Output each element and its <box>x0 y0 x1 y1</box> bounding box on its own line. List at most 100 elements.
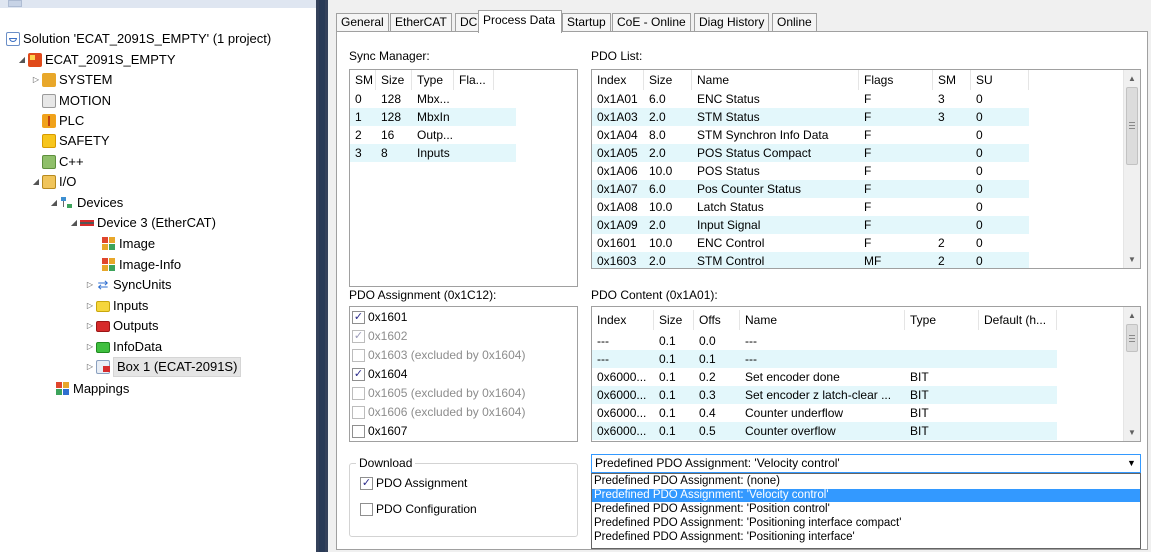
tree-item-infodata[interactable]: ▷ InfoData <box>84 337 162 357</box>
scroll-down-icon[interactable]: ▼ <box>1124 251 1140 268</box>
column-header[interactable]: Size <box>644 70 692 90</box>
tree-item-motion[interactable]: MOTION <box>42 91 111 111</box>
checkbox[interactable] <box>352 387 365 400</box>
tree-item-image[interactable]: Image <box>102 234 155 254</box>
column-header[interactable]: Index <box>592 70 644 90</box>
table-row[interactable]: 0x1601 10.0 ENC Control F 2 0 <box>592 234 1140 252</box>
pdo-assignment-item[interactable]: 0x1605 (excluded by 0x1604) <box>352 384 525 404</box>
tree-item-system[interactable]: ▷ SYSTEM <box>30 70 112 90</box>
tree-item-outputs[interactable]: ▷ Outputs <box>84 316 159 336</box>
tree-item-syncunits[interactable]: ▷ ⇄ SyncUnits <box>84 275 172 295</box>
column-header[interactable]: Default (h... <box>979 310 1057 330</box>
table-row[interactable]: 0x6000... 0.1 0.3 Set encoder z latch-clear… <box>592 386 1140 404</box>
tab-ethercat[interactable]: EtherCAT <box>390 13 452 32</box>
tree-item-devices[interactable]: ◢ Devices <box>48 193 123 213</box>
tree-item-box-1[interactable]: ▷ Box 1 (ECAT-2091S) <box>84 357 242 377</box>
column-header[interactable]: Name <box>740 310 905 330</box>
table-row[interactable]: --- 0.1 0.0 --- <box>592 332 1140 350</box>
tab-coe-online[interactable]: CoE - Online <box>612 13 691 32</box>
table-row[interactable]: 3 8 Inputs <box>350 144 577 162</box>
tree-item-mappings[interactable]: Mappings <box>56 379 129 399</box>
expand-arrow-icon[interactable]: ▷ <box>84 296 96 316</box>
tree-item-plc[interactable]: PLC <box>42 111 84 131</box>
tree-item-safety[interactable]: SAFETY <box>42 131 110 151</box>
predefined-pdo-assignment-select[interactable]: Predefined PDO Assignment: 'Velocity con… <box>591 454 1141 473</box>
table-row[interactable]: 0x1A05 2.0 POS Status Compact F 0 <box>592 144 1140 162</box>
pdo-assignment-item[interactable]: 0x1607 <box>352 422 407 441</box>
expand-arrow-icon[interactable]: ▷ <box>84 357 96 377</box>
table-row[interactable]: 1 128 MbxIn <box>350 108 577 126</box>
chevron-down-icon[interactable]: ▼ <box>1123 455 1140 472</box>
checkbox[interactable] <box>352 406 365 419</box>
table-row[interactable]: 0x6000... 0.1 0.2 Set encoder done BIT <box>592 368 1140 386</box>
collapse-arrow-icon[interactable]: ◢ <box>30 172 42 192</box>
table-row[interactable]: 0x6000... 0.1 0.4 Counter underflow BIT <box>592 404 1140 422</box>
column-header[interactable]: Fla... <box>454 70 494 90</box>
option-velocity-control[interactable]: Predefined PDO Assignment: 'Velocity con… <box>592 489 1140 502</box>
expand-arrow-icon[interactable]: ▷ <box>84 316 96 336</box>
pdo-configuration-download-option[interactable]: PDO Configuration <box>360 500 477 520</box>
expand-arrow-icon[interactable]: ▷ <box>84 275 96 295</box>
tab-general[interactable]: General <box>336 13 389 32</box>
tab-startup[interactable]: Startup <box>562 13 611 32</box>
table-row[interactable]: 0x1603 2.0 STM Control MF 2 0 <box>592 252 1140 268</box>
tab-diag-history[interactable]: Diag History <box>694 13 770 32</box>
tree-item-image-info[interactable]: Image-Info <box>102 255 181 275</box>
table-row[interactable]: 0x1A06 10.0 POS Status F 0 <box>592 162 1140 180</box>
table-row[interactable]: 0x1A09 2.0 Input Signal F 0 <box>592 216 1140 234</box>
scroll-up-icon[interactable]: ▲ <box>1124 70 1140 87</box>
column-header[interactable]: Offs <box>694 310 740 330</box>
table-row[interactable]: 0x1A01 6.0 ENC Status F 3 0 <box>592 90 1140 108</box>
scroll-up-icon[interactable]: ▲ <box>1124 307 1140 324</box>
scroll-thumb[interactable] <box>1126 324 1138 352</box>
pdo-content-list[interactable]: Index Size Offs Name Type Default (h... … <box>591 306 1141 442</box>
scroll-thumb[interactable] <box>1126 87 1138 165</box>
tree-item-cpp[interactable]: C++ <box>42 152 84 172</box>
pdo-assignment-item[interactable]: ✓ 0x1604 <box>352 365 407 385</box>
collapse-arrow-icon[interactable]: ◢ <box>48 193 60 213</box>
tree-item-solution[interactable]: Solution 'ECAT_2091S_EMPTY' (1 project) <box>6 29 271 49</box>
tree-item-project[interactable]: ◢ ECAT_2091S_EMPTY <box>16 50 176 70</box>
table-row[interactable]: 0 128 Mbx... <box>350 90 577 108</box>
pdo-assignment-item[interactable]: ✓ 0x1602 <box>352 327 407 347</box>
column-header[interactable]: Name <box>692 70 859 90</box>
pdo-assignment-list[interactable]: ✓ 0x1601 ✓ 0x1602 0x1603 (excluded by 0x16… <box>349 306 578 442</box>
option-positioning-interface-compact[interactable]: Predefined PDO Assignment: 'Positioning … <box>592 517 1140 530</box>
column-header[interactable]: Flags <box>859 70 933 90</box>
table-row[interactable]: --- 0.1 0.1 --- <box>592 350 1140 368</box>
option-positioning-interface[interactable]: Predefined PDO Assignment: 'Positioning … <box>592 531 1140 544</box>
pdo-content-scrollbar[interactable]: ▲ ▼ <box>1123 307 1140 441</box>
collapse-arrow-icon[interactable]: ◢ <box>16 50 28 70</box>
column-header[interactable]: SM <box>350 70 376 90</box>
scroll-down-icon[interactable]: ▼ <box>1124 424 1140 441</box>
tab-process-data[interactable]: Process Data <box>478 10 562 33</box>
column-header[interactable]: Type <box>905 310 979 330</box>
option-none[interactable]: Predefined PDO Assignment: (none) <box>592 475 1140 488</box>
column-header[interactable]: Type <box>412 70 454 90</box>
expand-arrow-icon[interactable]: ▷ <box>84 337 96 357</box>
table-row[interactable]: 0x1A04 8.0 STM Synchron Info Data F 0 <box>592 126 1140 144</box>
collapse-arrow-icon[interactable]: ◢ <box>68 213 80 233</box>
option-position-control[interactable]: Predefined PDO Assignment: 'Position con… <box>592 503 1140 516</box>
pdo-assignment-item[interactable]: ✓ 0x1601 <box>352 308 407 328</box>
checkbox[interactable]: ✓ <box>360 477 373 490</box>
predefined-pdo-assignment-options[interactable]: Predefined PDO Assignment: (none) Predef… <box>591 473 1141 549</box>
pdo-assignment-download-option[interactable]: ✓ PDO Assignment <box>360 474 467 494</box>
tree-item-io[interactable]: ◢ I/O <box>30 172 76 192</box>
toolbar-icon[interactable] <box>8 0 22 7</box>
table-row[interactable]: 0x1A03 2.0 STM Status F 3 0 <box>592 108 1140 126</box>
column-header[interactable]: Index <box>592 310 654 330</box>
table-row[interactable]: 0x1A07 6.0 Pos Counter Status F 0 <box>592 180 1140 198</box>
expand-arrow-icon[interactable]: ▷ <box>30 70 42 90</box>
column-header[interactable]: SU <box>971 70 1029 90</box>
pdo-list-scrollbar[interactable]: ▲ ▼ <box>1123 70 1140 268</box>
tree-item-device-3[interactable]: ◢ Device 3 (EtherCAT) <box>68 213 216 233</box>
table-row[interactable]: 2 16 Outp... <box>350 126 577 144</box>
pdo-list[interactable]: Index Size Name Flags SM SU 0x1A01 6.0 ENC… <box>591 69 1141 269</box>
tree-item-inputs[interactable]: ▷ Inputs <box>84 296 149 316</box>
checkbox[interactable]: ✓ <box>352 330 365 343</box>
checkbox[interactable]: ✓ <box>352 311 365 324</box>
checkbox[interactable]: ✓ <box>352 368 365 381</box>
table-row[interactable]: 0x1A08 10.0 Latch Status F 0 <box>592 198 1140 216</box>
column-header[interactable]: Size <box>376 70 412 90</box>
